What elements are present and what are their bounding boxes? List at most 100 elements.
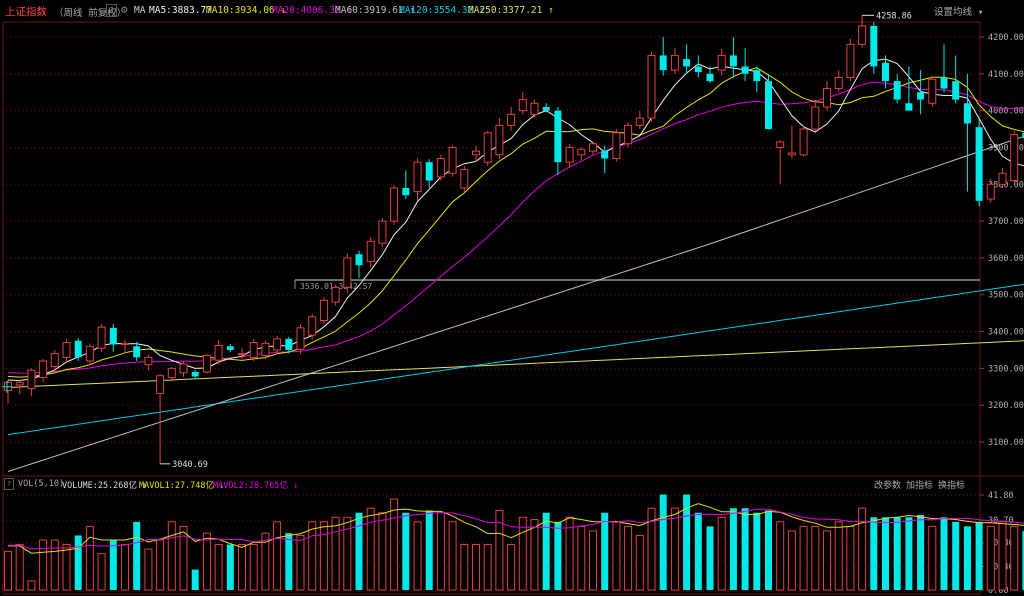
candle-body-down: [554, 110, 562, 163]
candle-body-down: [285, 338, 293, 350]
volume-bar-up: [331, 516, 340, 591]
candle-body-down: [226, 346, 234, 350]
candle-body-up: [811, 106, 820, 130]
candle-body-up: [776, 141, 785, 148]
candle-body-down: [765, 81, 772, 130]
candle-body-down: [133, 346, 141, 358]
candle-body-down: [940, 77, 948, 89]
candle-body-down: [905, 103, 913, 111]
add-indicator-button[interactable]: 加指标: [906, 478, 933, 491]
candle-body-up: [670, 54, 679, 71]
candle-body-up: [846, 43, 855, 78]
candle-body-up: [62, 342, 71, 358]
volume-bar-up: [97, 553, 106, 591]
candle-body-down: [963, 103, 971, 124]
volume-bar-up: [214, 544, 223, 591]
volume-bar-down: [870, 517, 878, 590]
candle-body-down: [952, 81, 960, 100]
volume-bar-up: [27, 580, 36, 591]
volume-bar-up: [39, 539, 48, 591]
ma20-line: [7, 81, 1024, 374]
candle-body-down: [601, 151, 609, 159]
candle-body-down: [694, 66, 702, 72]
volume-header: ? VOL(5,10) VOLUME:25.268亿 ↓ MAVOL1:27.7…: [0, 476, 1024, 492]
volume-bar-down: [74, 535, 82, 590]
candle-body-up: [823, 88, 831, 108]
candle-body-up: [156, 375, 165, 394]
volume-bar-down: [109, 540, 117, 590]
volume-bar-up: [823, 530, 831, 591]
candle-body-down: [402, 187, 410, 196]
candle-body-down: [542, 106, 550, 111]
price-tick-label: 3300.00: [988, 364, 1024, 374]
volume-bar-down: [659, 494, 667, 590]
volume-bar-up: [717, 516, 726, 591]
candle-body-up: [331, 286, 340, 303]
volume-bar-up: [378, 512, 387, 591]
volume-bar-down: [975, 521, 983, 590]
candle-body-up: [261, 342, 270, 356]
volume-bar-up: [249, 544, 258, 591]
volume-bar-down: [765, 510, 772, 590]
volume-bar-up: [635, 534, 644, 591]
candle-body-up: [647, 54, 656, 119]
candle-body-down: [975, 127, 983, 201]
candle-body-up: [436, 158, 445, 178]
candle-body-up: [85, 345, 94, 362]
volume-bar-down: [542, 512, 550, 590]
volume-bar-down: [893, 517, 901, 590]
candle-body-up: [624, 124, 633, 145]
candle-body-up: [858, 25, 867, 45]
candle-body-up: [319, 299, 328, 321]
volume-bar-up: [308, 521, 317, 591]
switch-indicator-button[interactable]: 换指标: [938, 478, 965, 491]
candle-body-up: [296, 327, 305, 350]
candle-body-up: [495, 124, 504, 156]
volume-bar-down: [905, 517, 913, 590]
volume-bar-down: [355, 512, 363, 590]
volume-bar-down: [882, 517, 889, 590]
volume-bar-up: [577, 525, 586, 591]
volume-bar-up: [238, 544, 246, 591]
volume-bar-up: [167, 521, 176, 591]
candle-body-up: [39, 360, 48, 379]
volume-bar-up: [483, 544, 492, 591]
candle-body-up: [986, 183, 995, 200]
vol-help-button[interactable]: ?: [4, 478, 14, 490]
volume-bar-up: [986, 525, 995, 591]
volume-bar-up: [366, 507, 375, 591]
candle-body-up: [834, 77, 843, 90]
volume-bar-up: [413, 521, 422, 591]
volume-bar-up: [518, 516, 527, 591]
candle-body-up: [15, 381, 24, 386]
price-tick-label: 3600.00: [988, 254, 1024, 264]
candle-body-up: [998, 172, 1007, 185]
volume-bar-up: [15, 544, 24, 591]
volume-bar-up: [85, 525, 94, 591]
candle-body-up: [202, 354, 211, 373]
volume-bar-up: [156, 539, 165, 591]
candle-body-down: [191, 372, 199, 377]
low-marker-label: 3040.69: [172, 460, 208, 470]
volume-bar-up: [472, 544, 480, 591]
price-volume-chart[interactable]: 3100.00 3200.00 3300.00 3400.00 3500.00 3600.…: [0, 0, 1024, 596]
candle-body-down: [706, 73, 714, 82]
candle-body-up: [27, 369, 36, 390]
candle-body-up: [787, 152, 796, 156]
modify-params-button[interactable]: 改参数: [874, 478, 901, 491]
candle-body-down: [870, 25, 878, 67]
candle-body-up: [167, 367, 176, 379]
price-tick-label: 3100.00: [988, 438, 1024, 448]
volume-bar-up: [612, 521, 621, 591]
candle-body-up: [214, 345, 223, 361]
volume-bar-up: [460, 544, 469, 591]
volume-bar-down: [425, 510, 433, 590]
volume-bar-up: [928, 525, 937, 591]
price-tick-label: 3200.00: [988, 401, 1024, 411]
candle-body-up: [472, 150, 480, 156]
candle-body-down: [109, 327, 117, 345]
candle-body-up: [50, 353, 59, 368]
candle-body-up: [483, 132, 492, 163]
candle-body-up: [612, 132, 621, 160]
volume-bar-up: [390, 498, 399, 591]
